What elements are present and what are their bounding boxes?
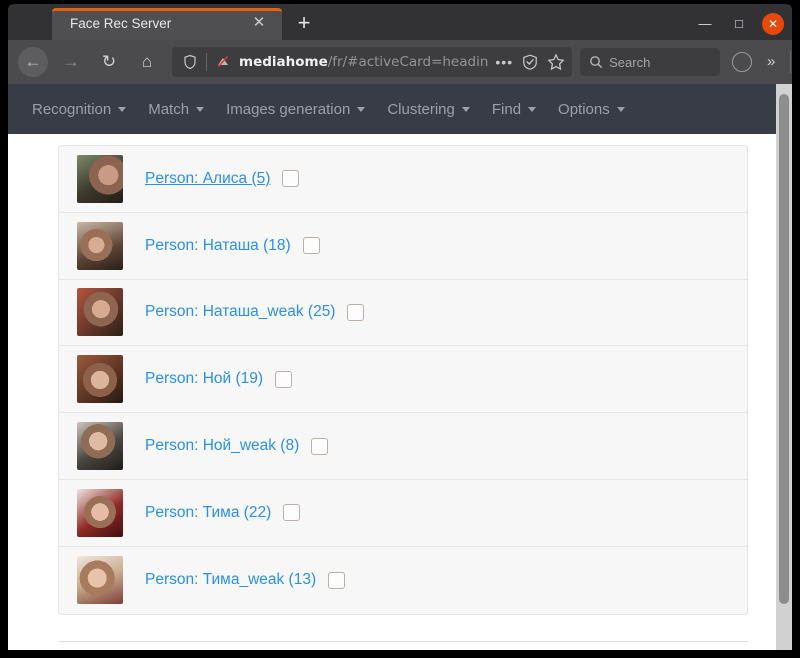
reader-mode-icon[interactable] (520, 52, 540, 72)
search-placeholder: Search (609, 54, 651, 70)
url-path: /fr/#activeCard=headin (327, 54, 489, 70)
appnav-item-label: Find (491, 100, 522, 118)
person-thumbnail[interactable] (77, 154, 123, 203)
browser-tab-active[interactable]: Face Rec Server ✕ (52, 8, 282, 40)
person-link[interactable]: Person: Наташа (18) (145, 237, 291, 255)
new-tab-button[interactable]: + (290, 10, 318, 38)
person-checkbox[interactable] (311, 437, 329, 455)
app-navbar: Recognition Match Images generation Cluster… (8, 84, 776, 134)
person-list-card: Person: Алиса (5) Person: Наташа (18) Pers… (58, 145, 748, 615)
url-bar[interactable]: mediahome/fr/#activeCard=headin ••• (172, 47, 573, 77)
person-link[interactable]: Person: Тима_weak (13) (145, 571, 316, 589)
page-viewport: Recognition Match Images generation Cluster… (8, 84, 792, 650)
person-checkbox[interactable] (328, 571, 346, 589)
appnav-item-images-generation[interactable]: Images generation (226, 100, 366, 118)
vertical-scrollbar-thumb[interactable] (779, 94, 789, 604)
search-input[interactable]: Search (580, 48, 721, 76)
appnav-item-options[interactable]: Options (558, 101, 625, 118)
chevron-down-icon (196, 106, 205, 112)
person-thumbnail[interactable] (77, 422, 123, 471)
person-checkbox[interactable] (282, 170, 300, 188)
tab-title: Face Rec Server (70, 16, 172, 31)
page-actions-icon[interactable]: ••• (488, 54, 520, 70)
person-link[interactable]: Person: Наташа_weak (25) (145, 303, 335, 321)
chevron-down-icon (616, 106, 625, 112)
person-link[interactable]: Person: Алиса (5) (145, 170, 270, 188)
minimize-icon[interactable]: — (694, 13, 716, 35)
chevron-down-icon (118, 106, 127, 112)
appnav-item-label: Recognition (32, 100, 112, 118)
person-row: Person: Ной_weak (8) (59, 413, 747, 480)
content-divider (58, 641, 748, 642)
bookmark-star-icon[interactable] (546, 52, 566, 72)
back-icon[interactable]: ← (18, 47, 48, 77)
person-row: Person: Наташа (18) (59, 213, 747, 280)
shield-icon[interactable] (182, 54, 198, 70)
appnav-item-clustering[interactable]: Clustering (387, 101, 470, 118)
person-checkbox[interactable] (347, 303, 365, 321)
person-thumbnail[interactable] (77, 288, 123, 337)
home-icon[interactable]: ⌂ (132, 47, 162, 77)
appnav-item-label: Match (148, 100, 190, 118)
maximize-icon[interactable]: □ (728, 13, 750, 35)
account-icon[interactable] (732, 52, 753, 72)
person-checkbox[interactable] (302, 237, 320, 255)
close-icon[interactable]: ✕ (250, 14, 268, 32)
browser-window: Face Rec Server ✕ + — □ ✕ ← → ↻ ⌂ mediah… (0, 0, 800, 658)
reload-icon[interactable]: ↻ (94, 47, 124, 77)
appnav-item-label: Clustering (387, 100, 455, 118)
person-row: Person: Тима (22) (59, 480, 747, 547)
url-divider (206, 53, 207, 71)
person-thumbnail[interactable] (77, 355, 123, 404)
person-checkbox[interactable] (275, 370, 293, 388)
window-controls: — □ ✕ (694, 8, 784, 40)
appnav-item-match[interactable]: Match (148, 100, 205, 118)
appnav-item-recognition[interactable]: Recognition (32, 100, 127, 118)
search-icon (589, 55, 603, 69)
toolbar-divider (790, 51, 792, 73)
browser-toolbar: ← → ↻ ⌂ mediahome/fr/#activeCard=headin … (8, 40, 792, 84)
person-link[interactable]: Person: Ной (19) (145, 370, 263, 388)
appnav-item-label: Images generation (226, 100, 351, 118)
close-window-icon[interactable]: ✕ (762, 13, 784, 35)
page-content: Person: Алиса (5) Person: Наташа (18) Pers… (8, 134, 776, 650)
vertical-scrollbar-track[interactable] (776, 84, 792, 650)
chevron-down-icon (461, 106, 470, 112)
overflow-chevrons-icon[interactable]: » (760, 51, 782, 73)
person-row: Person: Тима_weak (13) (59, 547, 747, 614)
url-host: mediahome (239, 54, 328, 70)
chevron-down-icon (357, 106, 366, 112)
url-text: mediahome/fr/#activeCard=headin (239, 54, 488, 70)
forward-icon[interactable]: → (56, 47, 86, 77)
appnav-item-find[interactable]: Find (491, 100, 537, 118)
person-row: Person: Алиса (5) (59, 146, 747, 213)
person-row: Person: Наташа_weak (25) (59, 280, 747, 347)
tab-bar: Face Rec Server ✕ + — □ ✕ (8, 4, 792, 40)
person-thumbnail[interactable] (77, 488, 123, 537)
person-link[interactable]: Person: Тима (22) (145, 504, 271, 522)
chevron-down-icon (528, 106, 537, 112)
person-thumbnail[interactable] (77, 556, 123, 605)
person-thumbnail[interactable] (77, 221, 123, 270)
person-checkbox[interactable] (283, 504, 301, 522)
insecure-connection-icon[interactable] (215, 54, 231, 70)
person-link[interactable]: Person: Ной_weak (8) (145, 437, 299, 455)
person-row: Person: Ной (19) (59, 346, 747, 414)
appnav-item-label: Options (558, 100, 610, 118)
